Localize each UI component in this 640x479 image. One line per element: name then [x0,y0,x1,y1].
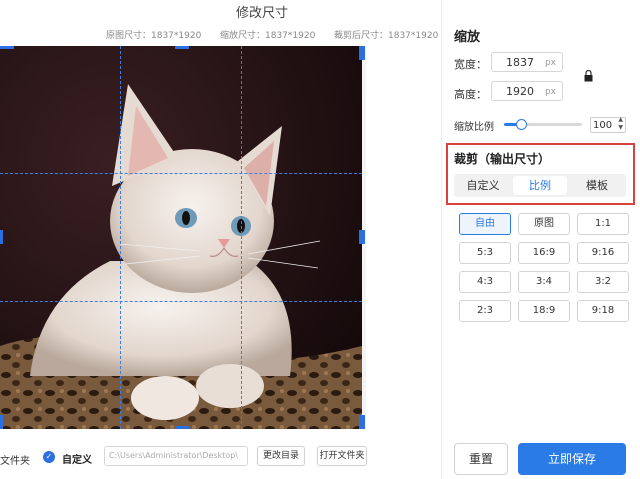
scaled-size-text: 缩放尺寸：1837*1920 [220,31,316,41]
ratio-option[interactable]: 4:3 [459,271,511,293]
source-folder-option[interactable]: 文件夹 [0,452,30,467]
scale-slider-handle[interactable] [516,119,528,130]
width-value: 1837 [506,56,534,69]
custom-folder-label[interactable]: 自定义 [62,451,92,466]
scale-slider[interactable] [504,119,582,130]
scale-ratio-label: 缩放比例 [454,122,494,133]
ratio-option[interactable]: 18:9 [518,300,570,322]
ratio-option[interactable]: 16:9 [518,242,570,264]
crop-handle-bottom-right[interactable] [359,415,365,429]
crop-mode-tabs: 自定义 比例 模板 [454,174,626,197]
crop-handle-top-left[interactable] [0,46,14,49]
stepper-arrows-icon[interactable]: ▲ ▼ [618,116,623,132]
ratio-option[interactable]: 原图 [518,213,570,235]
crop-grid-line [0,301,362,302]
original-size-text: 原图尺寸：1837*1920 [106,31,202,41]
scale-ratio-value: 100 [593,120,613,131]
crop-handle-right[interactable] [359,230,365,244]
tab-custom[interactable]: 自定义 [456,176,510,195]
crop-grid-line [120,46,121,429]
crop-grid-line [0,173,362,174]
ratio-option[interactable]: 9:16 [577,242,629,264]
width-label: 宽度： [454,58,487,71]
width-unit: px [544,58,556,68]
ratio-option[interactable]: 2:3 [459,300,511,322]
height-label: 高度： [454,88,487,101]
output-path-input[interactable]: C:\Users\Administrator\Desktop\ [104,446,248,466]
crop-grid-line [241,46,242,429]
scale-section-title: 缩放 [454,30,481,45]
scale-ratio-stepper[interactable]: 100 ▲ ▼ [590,116,626,133]
crop-section-title: 裁剪（输出尺寸） [454,152,551,166]
ratio-option[interactable]: 1:1 [577,213,629,235]
crop-handle-top[interactable] [175,46,189,49]
save-button[interactable]: 立即保存 [518,443,626,475]
tab-ratio[interactable]: 比例 [513,176,567,195]
crop-handle-top-right[interactable] [359,46,365,60]
ratio-option[interactable]: 5:3 [459,242,511,264]
height-input[interactable]: 1920 px [491,81,563,101]
panel-divider [441,0,442,479]
checkmark-icon[interactable]: ✓ [43,451,55,463]
crop-handle-bottom[interactable] [175,426,189,429]
open-folder-button[interactable]: 打开文件夹 [317,446,367,466]
image-canvas[interactable] [0,46,366,429]
cat-photo [0,46,362,429]
crop-handle-left[interactable] [0,230,3,244]
height-value: 1920 [506,85,534,98]
cropped-size-text: 裁剪后尺寸：1837*1920 [334,31,439,41]
dialog-title: 修改尺寸 [235,6,288,21]
change-directory-button[interactable]: 更改目录 [257,446,305,466]
ratio-option[interactable]: 自由 [459,213,511,235]
ratio-option[interactable]: 9:18 [577,300,629,322]
crop-handle-bottom-left[interactable] [0,415,3,429]
reset-button[interactable]: 重置 [454,443,508,475]
ratio-option[interactable]: 3:4 [518,271,570,293]
ratio-option[interactable]: 3:2 [577,271,629,293]
width-input[interactable]: 1837 px [491,52,563,72]
height-unit: px [544,87,556,97]
lock-icon[interactable] [584,69,593,85]
tab-template[interactable]: 模板 [570,176,624,195]
